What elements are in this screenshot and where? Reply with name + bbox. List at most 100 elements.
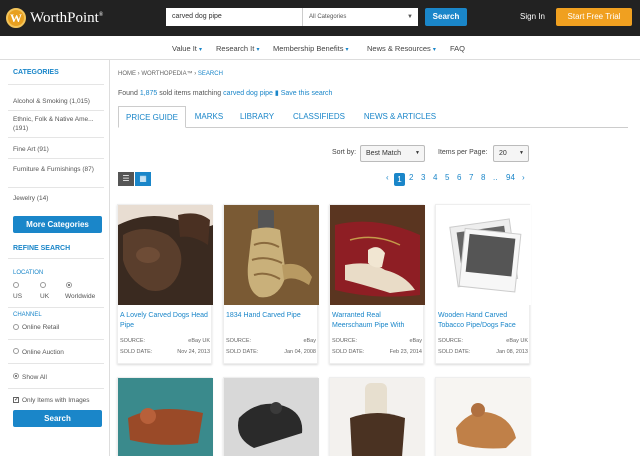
sort-by-label: Sort by: (332, 149, 357, 156)
item-title[interactable]: Warranted Real Meerschaum Pipe With (332, 311, 422, 331)
item-title[interactable]: 1834 Hand Carved Pipe (226, 311, 316, 321)
start-free-trial-button[interactable]: Start Free Trial (556, 8, 632, 26)
result-card[interactable]: A Lovely Carved Dogs Head Pipe SOURCE: eB… (117, 204, 213, 364)
logo-mark-icon: W (6, 8, 26, 28)
category-item[interactable]: Alcohol & Smoking (1,015) (13, 97, 103, 106)
category-item[interactable]: Furniture & Furnishings (87) (13, 165, 103, 174)
item-photo[interactable] (330, 205, 425, 305)
result-card[interactable] (435, 377, 531, 456)
results-summary: Found 1,875 sold items matching carved d… (118, 90, 333, 97)
result-card[interactable]: Warranted Real Meerschaum Pipe With SOUR… (329, 204, 425, 364)
location-worldwide-label: Worldwide (65, 293, 96, 300)
pagination-page[interactable]: 7 (469, 173, 473, 182)
item-sold-date: SOLD DATE: Nov 24, 2013 (120, 349, 210, 355)
nav-membership-benefits[interactable]: Membership Benefits ▾ (273, 44, 349, 53)
location-uk-radio[interactable] (40, 282, 46, 288)
item-photo[interactable] (118, 205, 213, 305)
location-worldwide-radio[interactable] (66, 282, 72, 288)
divider (8, 158, 104, 159)
category-item[interactable]: Fine Art (91) (13, 145, 103, 154)
item-photo[interactable] (118, 378, 213, 456)
items-per-page-select[interactable]: 20 ▼ (493, 145, 529, 162)
sort-by-select[interactable]: Best Match ▼ (360, 145, 425, 162)
worthpoint-logo[interactable]: W WorthPoint® (6, 8, 103, 28)
tab-price-guide[interactable]: PRICE GUIDE (118, 106, 186, 128)
result-card[interactable] (223, 377, 319, 456)
nav-faq[interactable]: FAQ (450, 44, 465, 53)
pagination-prev[interactable]: ‹ (386, 173, 389, 182)
breadcrumb: HOME › WORTHOPEDIA™ › SEARCH (118, 71, 223, 77)
location-us-radio[interactable] (13, 282, 19, 288)
images-only-label: Only Items with Images (22, 397, 90, 404)
search-input[interactable]: carved dog pipe (166, 8, 302, 26)
chevron-down-icon: ▾ (256, 47, 260, 53)
channel-show-all-radio[interactable] (13, 373, 19, 379)
channel-online-retail-label: Online Retail (22, 324, 60, 331)
item-title[interactable]: Wooden Hand Carved Tobacco Pipe/Dogs Fac… (438, 311, 528, 331)
save-search-link[interactable]: ▮ Save this search (275, 90, 333, 97)
channel-show-all-label: Show All (22, 374, 47, 381)
nav-research-it[interactable]: Research It ▾ (216, 44, 259, 53)
item-source: SOURCE: eBay UK (120, 338, 210, 344)
item-sold-date: SOLD DATE: Jan 04, 2008 (226, 349, 316, 355)
pagination-page[interactable]: 3 (421, 173, 425, 182)
logo-text: WorthPoint® (30, 9, 104, 26)
breadcrumb-home[interactable]: HOME (118, 71, 136, 77)
refine-search-heading: REFINE SEARCH (13, 245, 71, 252)
nav-value-it[interactable]: Value It ▾ (172, 44, 202, 53)
pagination-page[interactable]: 8 (481, 173, 485, 182)
sign-in-link[interactable]: Sign In (520, 12, 545, 21)
result-card[interactable] (117, 377, 213, 456)
no-image-placeholder-icon[interactable] (436, 205, 531, 305)
more-categories-button[interactable]: More Categories (13, 216, 102, 233)
pagination-page-last[interactable]: 94 (506, 173, 515, 182)
search-query: carved dog pipe (223, 90, 273, 97)
breadcrumb-worthopedia[interactable]: WORTHOPEDIA™ (141, 71, 192, 77)
divider (8, 137, 104, 138)
divider (8, 258, 104, 259)
result-card[interactable] (329, 377, 425, 456)
items-per-page-label: Items per Page: (438, 149, 488, 156)
tab-classifieds[interactable]: CLASSIFIEDS (288, 106, 350, 128)
refine-search-button[interactable]: Search (13, 410, 102, 427)
result-count: 1,875 (139, 90, 158, 97)
pagination-page[interactable]: 5 (445, 173, 449, 182)
channel-online-auction-radio[interactable] (13, 348, 19, 354)
images-only-checkbox[interactable]: ✓ (13, 397, 19, 403)
chevron-down-icon: ▼ (407, 14, 413, 20)
pagination-page-current[interactable]: 1 (394, 173, 405, 186)
pagination-ellipsis: .. (493, 173, 498, 182)
tab-library[interactable]: LIBRARY (236, 106, 278, 128)
tab-news-articles[interactable]: NEWS & ARTICLES (360, 106, 440, 128)
divider (8, 84, 104, 85)
sidebar: CATEGORIES Alcohol & Smoking (1,015) Eth… (0, 60, 110, 456)
item-photo[interactable] (224, 205, 319, 305)
categories-heading: CATEGORIES (13, 69, 59, 76)
item-photo[interactable] (224, 378, 319, 456)
divider (8, 363, 104, 364)
category-item[interactable]: Ethnic, Folk & Native Ame... (191) (13, 115, 103, 133)
item-photo[interactable] (330, 378, 425, 456)
pagination-next[interactable]: › (522, 173, 525, 182)
grid-view-icon[interactable]: ▦ (135, 172, 151, 186)
result-card[interactable]: 1834 Hand Carved Pipe SOURCE: eBay SOLD D… (223, 204, 319, 364)
category-select[interactable]: All Categories ▼ (302, 8, 418, 26)
results-tabs: PRICE GUIDE MARKS LIBRARY CLASSIFIEDS NE… (118, 106, 628, 128)
tab-marks[interactable]: MARKS (192, 106, 226, 128)
item-photo[interactable] (436, 378, 531, 456)
result-card[interactable]: Wooden Hand Carved Tobacco Pipe/Dogs Fac… (435, 204, 531, 364)
nav-news-resources[interactable]: News & Resources ▾ (367, 44, 436, 53)
search-button[interactable]: Search (425, 8, 467, 26)
pagination-page[interactable]: 4 (433, 173, 437, 182)
item-sold-date: SOLD DATE: Jan 08, 2013 (438, 349, 528, 355)
pagination-page[interactable]: 2 (409, 173, 413, 182)
category-item[interactable]: Jewelry (14) (13, 194, 103, 203)
list-view-icon[interactable]: ☰ (118, 172, 134, 186)
chevron-down-icon: ▾ (198, 47, 202, 53)
location-uk-label: UK (40, 293, 50, 300)
channel-online-auction-label: Online Auction (22, 349, 64, 356)
pagination-page[interactable]: 6 (457, 173, 461, 182)
item-source: SOURCE: eBay (226, 338, 316, 344)
item-title[interactable]: A Lovely Carved Dogs Head Pipe (120, 311, 210, 331)
channel-online-retail-radio[interactable] (13, 324, 19, 330)
